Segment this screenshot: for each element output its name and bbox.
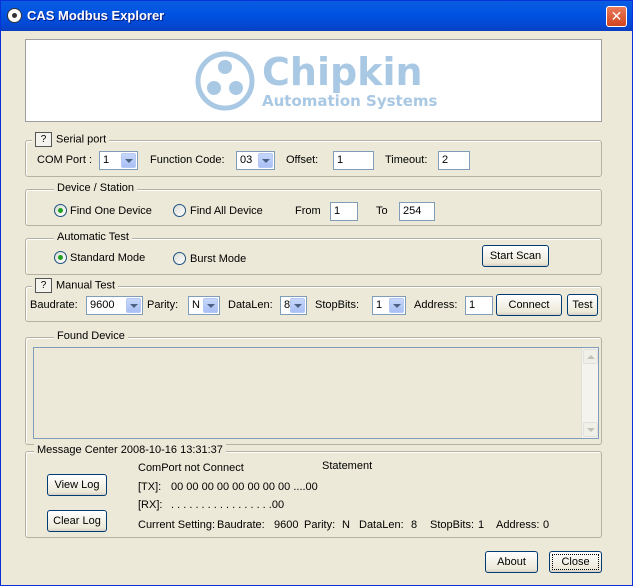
manual-test-title: Manual Test: [56, 279, 116, 292]
find-all-device-label[interactable]: Find All Device: [190, 205, 263, 217]
current-stopbits-label: StopBits:: [430, 519, 475, 531]
serial-port-title: Serial port: [56, 133, 107, 146]
logo-panel: Chipkin Automation Systems: [25, 39, 602, 122]
stopbits-label: StopBits:: [315, 299, 360, 311]
datalen-label: DataLen:: [228, 299, 273, 311]
find-one-device-radio[interactable]: [54, 204, 67, 217]
device-station-title: Device / Station: [54, 182, 138, 194]
chevron-down-icon: [126, 298, 141, 313]
datalen-select[interactable]: 8: [280, 296, 307, 315]
baudrate-select[interactable]: 9600: [86, 296, 143, 315]
current-address-label: Address:: [496, 519, 540, 531]
to-field[interactable]: 254: [399, 202, 435, 221]
logo-brand: Chipkin: [262, 50, 423, 94]
find-one-device-label[interactable]: Find One Device: [70, 205, 152, 217]
manual-test-help-button[interactable]: ?: [35, 278, 52, 293]
statement-label: Statement: [322, 460, 373, 472]
app-icon: [7, 8, 22, 23]
window-close-button[interactable]: ✕: [606, 6, 627, 27]
start-scan-button[interactable]: Start Scan: [482, 245, 549, 267]
address-label: Address:: [414, 299, 458, 311]
test-button[interactable]: Test: [567, 294, 598, 316]
chevron-down-icon: [121, 153, 136, 168]
chevron-down-icon: [290, 298, 305, 313]
close-button[interactable]: Close: [549, 551, 602, 573]
main-window: CAS Modbus Explorer ✕ Chipkin Automation…: [0, 0, 633, 586]
chipkin-logo-icon: [195, 51, 255, 111]
offset-label: Offset:: [286, 154, 319, 166]
current-datalen-value: 8: [411, 519, 418, 531]
chevron-down-icon: [258, 153, 273, 168]
connect-button[interactable]: Connect: [496, 294, 562, 316]
com-port-label: COM Port :: [37, 154, 93, 166]
title-bar[interactable]: CAS Modbus Explorer ✕: [1, 1, 632, 31]
clear-log-button[interactable]: Clear Log: [47, 510, 107, 532]
find-all-device-radio[interactable]: [173, 204, 186, 217]
offset-field[interactable]: 1: [333, 151, 374, 170]
logo-tagline: Automation Systems: [262, 92, 438, 110]
rx-value: . . . . . . . . . . . . . . . . .00: [171, 499, 285, 511]
vertical-scrollbar[interactable]: [581, 348, 598, 438]
window-title: CAS Modbus Explorer: [27, 8, 165, 23]
to-label: To: [376, 205, 388, 217]
standard-mode-label[interactable]: Standard Mode: [70, 252, 145, 264]
rx-label: [RX]:: [138, 499, 163, 511]
current-datalen-label: DataLen:: [359, 519, 404, 531]
timeout-label: Timeout:: [385, 154, 428, 166]
automatic-test-title: Automatic Test: [54, 231, 132, 243]
tx-value: 00 00 00 00 00 00 00 00 ....00: [171, 481, 318, 493]
function-code-label: Function Code:: [150, 154, 225, 166]
serial-port-help-button[interactable]: ?: [35, 132, 52, 147]
message-center-title: Message Center 2008-10-16 13:31:37: [34, 444, 226, 456]
found-device-title: Found Device: [54, 330, 128, 342]
address-field[interactable]: 1: [465, 296, 493, 315]
current-parity-value: N: [342, 519, 350, 531]
about-button[interactable]: About: [485, 551, 538, 573]
baudrate-label: Baudrate:: [30, 299, 78, 311]
view-log-button[interactable]: View Log: [47, 474, 107, 496]
current-parity-label: Parity:: [304, 519, 336, 531]
found-device-list[interactable]: [33, 347, 599, 439]
scroll-down-arrow-icon[interactable]: [583, 422, 598, 437]
from-label: From: [295, 205, 321, 217]
chevron-down-icon: [389, 298, 404, 313]
timeout-field[interactable]: 2: [438, 151, 470, 170]
com-port-select[interactable]: 1: [99, 151, 138, 170]
parity-label: Parity:: [147, 299, 179, 311]
from-field[interactable]: 1: [330, 202, 358, 221]
current-setting-label: Current Setting:: [138, 519, 216, 531]
current-baudrate-label: Baudrate:: [217, 519, 265, 531]
chevron-down-icon: [203, 298, 218, 313]
current-stopbits-value: 1: [478, 519, 485, 531]
current-baudrate-value: 9600: [274, 519, 299, 531]
standard-mode-radio[interactable]: [54, 251, 67, 264]
scroll-up-arrow-icon[interactable]: [583, 349, 598, 364]
burst-mode-radio[interactable]: [173, 252, 186, 265]
connection-status: ComPort not Connect: [138, 462, 244, 474]
tx-label: [TX]:: [138, 481, 162, 493]
current-address-value: 0: [543, 519, 550, 531]
stopbits-select[interactable]: 1: [372, 296, 406, 315]
function-code-select[interactable]: 03: [236, 151, 275, 170]
burst-mode-label[interactable]: Burst Mode: [190, 253, 246, 265]
parity-select[interactable]: N: [188, 296, 220, 315]
